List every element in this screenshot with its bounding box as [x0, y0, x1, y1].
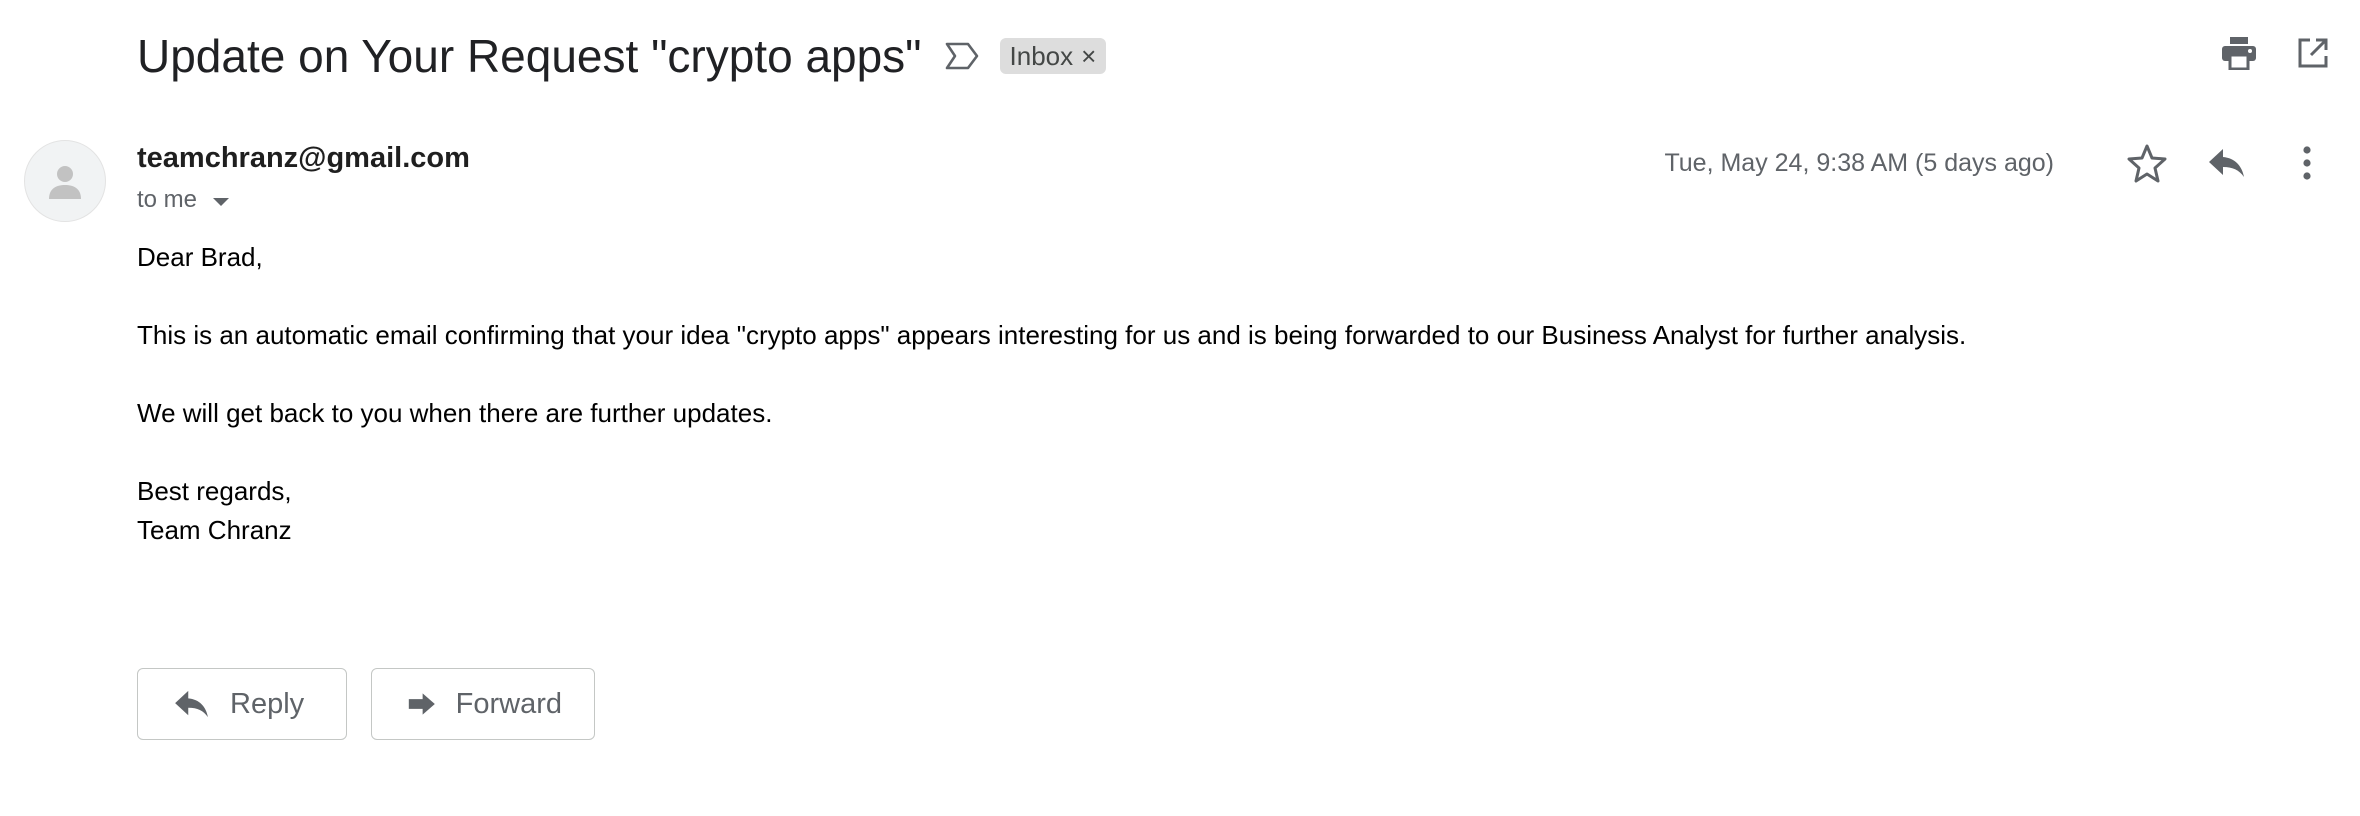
email-subject: Update on Your Request "crypto apps" [137, 30, 922, 82]
forward-icon [408, 693, 435, 715]
email-body: Dear Brad, This is an automatic email co… [137, 238, 2287, 550]
email-view: Update on Your Request "crypto apps" Inb… [0, 0, 2360, 816]
thread-toolbar [2220, 34, 2332, 72]
body-closing: Best regards, [137, 476, 292, 506]
recipient-text: to me [137, 186, 198, 213]
chevron-down-icon[interactable] [213, 197, 230, 206]
print-icon[interactable] [2220, 34, 2258, 72]
body-paragraph: We will get back to you when there are f… [137, 398, 773, 428]
message-meta: Tue, May 24, 9:38 AM (5 days ago) [1664, 140, 2330, 186]
forward-button[interactable]: Forward [371, 668, 595, 740]
label-important-icon[interactable] [944, 38, 980, 74]
reply-icon [175, 690, 208, 718]
remove-label-icon[interactable]: × [1081, 43, 1096, 69]
body-greeting: Dear Brad, [137, 242, 263, 272]
inbox-label-chip[interactable]: Inbox × [999, 38, 1107, 74]
reply-button[interactable]: Reply [137, 668, 347, 740]
forward-button-label: Forward [455, 687, 562, 720]
star-icon[interactable] [2124, 140, 2170, 186]
reply-icon[interactable] [2204, 140, 2250, 186]
reply-button-label: Reply [230, 687, 305, 720]
default-avatar-icon [49, 166, 81, 199]
more-vert-icon[interactable] [2284, 140, 2330, 186]
label-chip-text: Inbox [1009, 40, 1074, 71]
recipient-details[interactable]: to me [137, 186, 230, 214]
message-timestamp: Tue, May 24, 9:38 AM (5 days ago) [1664, 148, 2054, 177]
body-signature: Team Chranz [137, 515, 292, 545]
body-paragraph: This is an automatic email confirming th… [137, 320, 1967, 350]
open-in-new-window-icon[interactable] [2294, 34, 2332, 72]
message-actions: Reply Forward [137, 668, 595, 740]
subject-row: Update on Your Request "crypto apps" Inb… [137, 24, 1107, 88]
sender-avatar[interactable] [24, 140, 106, 222]
sender-email[interactable]: teamchranz@gmail.com [137, 142, 470, 175]
